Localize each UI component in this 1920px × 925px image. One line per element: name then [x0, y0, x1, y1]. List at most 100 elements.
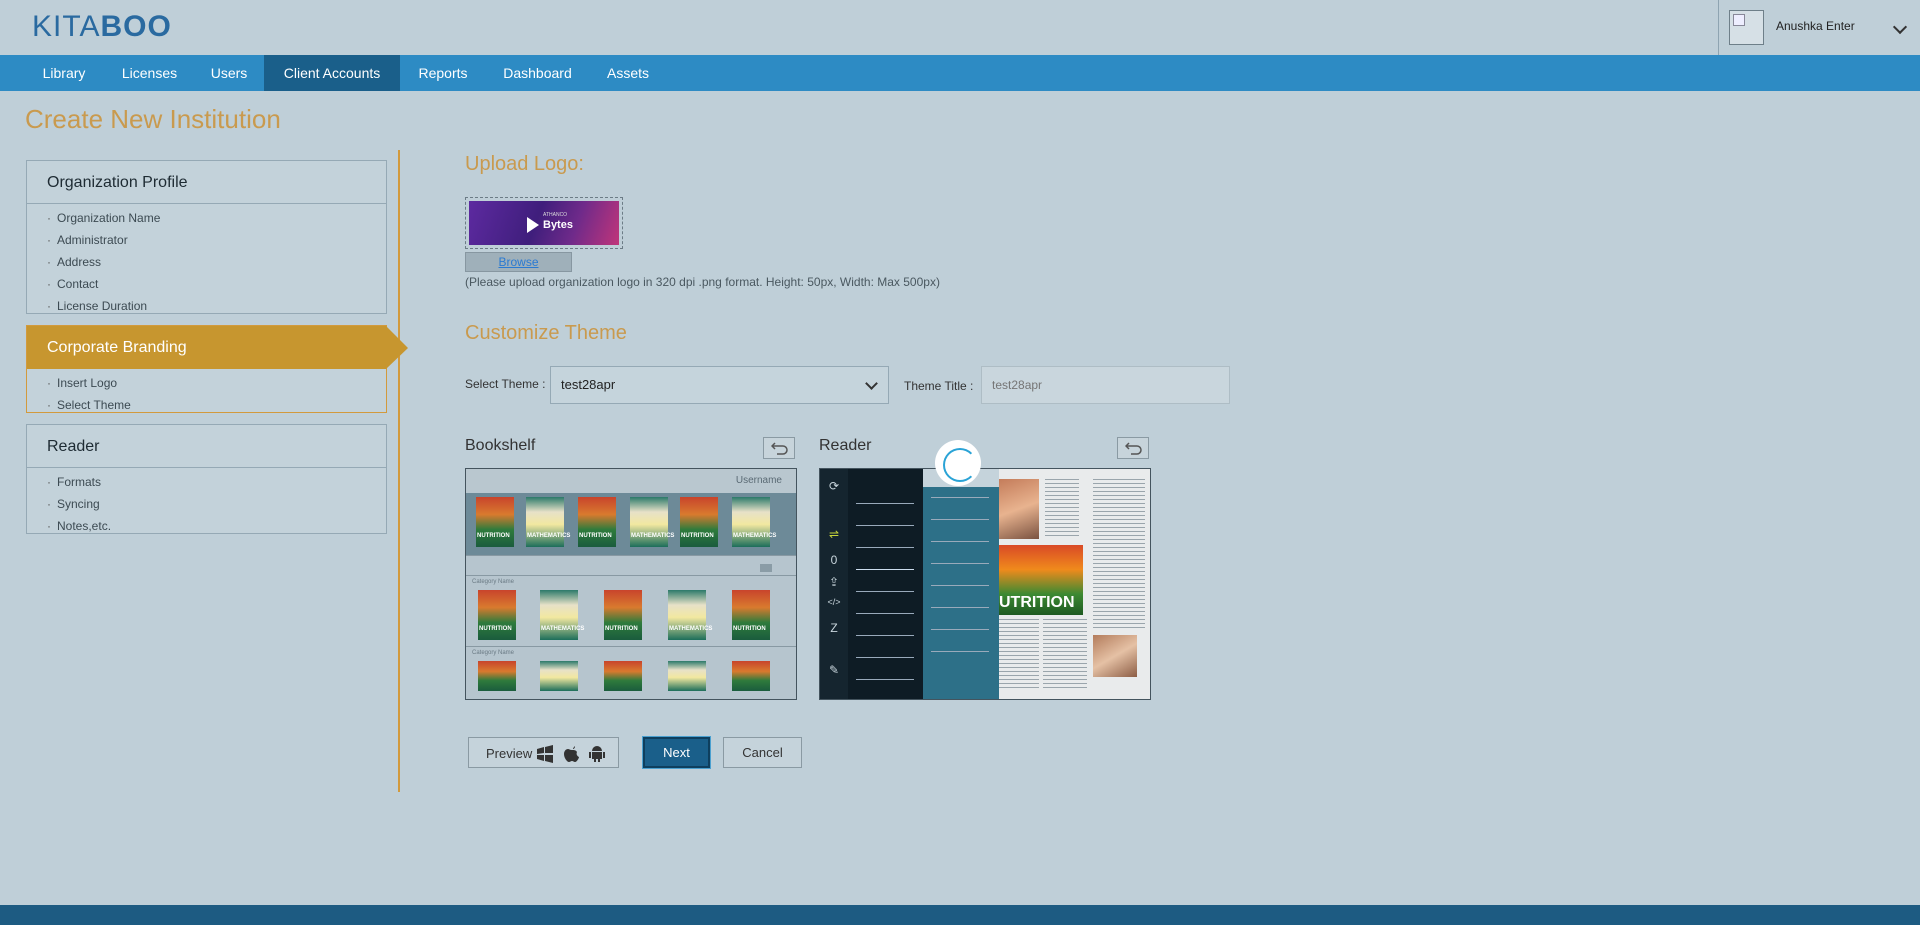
undo-icon — [1125, 442, 1142, 455]
toc-line — [856, 679, 914, 680]
bookshelf-header: Username — [466, 469, 796, 493]
sidebar-item[interactable]: License Duration — [47, 295, 386, 317]
bookshelf-username: Username — [735, 475, 782, 486]
toc-line — [856, 569, 914, 570]
bookshelf-preview: Username NUTRITION MATHEMATICS NUTRITION… — [465, 468, 797, 700]
chevron-down-icon[interactable] — [1892, 19, 1908, 35]
book-cover: NUTRITION — [478, 590, 516, 640]
browse-button[interactable]: Browse — [465, 252, 572, 272]
upload-logo-title: Upload Logo: — [465, 153, 584, 175]
select-theme-label: Select Theme : — [465, 377, 546, 391]
logo-upload-area[interactable]: ATHANCO Bytes — [465, 197, 623, 249]
user-menu[interactable]: Anushka Enter — [1718, 0, 1920, 55]
category-label: Category Name — [472, 579, 515, 585]
toc-line — [856, 657, 914, 658]
sidebar-section-title[interactable]: Corporate Branding — [27, 326, 408, 369]
bookshelf-row: Category Name — [466, 646, 796, 699]
book-cover: MATHEMATICS — [732, 497, 776, 547]
zoom-icon: Z — [830, 621, 838, 635]
bookshelf-title: Bookshelf — [465, 437, 536, 454]
user-name[interactable]: Anushka Enter — [1776, 19, 1855, 33]
book-cover — [540, 661, 578, 691]
book-cover: MATHEMATICS — [526, 497, 570, 547]
book-cover — [732, 661, 770, 691]
bookshelf-reset-button[interactable] — [763, 437, 795, 459]
reader-title: Reader — [819, 437, 872, 454]
nav-reports[interactable]: Reports — [404, 55, 482, 91]
nav-licenses[interactable]: Licenses — [107, 55, 192, 91]
preview-label: Preview — [486, 746, 533, 761]
book-cover: MATHEMATICS — [668, 590, 712, 640]
sidebar-section-title[interactable]: Organization Profile — [27, 161, 386, 204]
toc-line — [931, 541, 989, 542]
toc-line — [931, 585, 989, 586]
top-bar: KITABOO Anushka Enter — [0, 0, 1920, 55]
bookshelf-row: Category Name NUTRITION MATHEMATICS NUTR… — [466, 575, 796, 646]
sidebar-section-corporate-branding[interactable]: Corporate Branding Insert Logo Select Th… — [26, 325, 408, 416]
sidebar-item[interactable]: Administrator — [47, 229, 386, 251]
sidebar-section-organization-profile[interactable]: Organization Profile Organization Name A… — [26, 160, 387, 314]
refresh-icon: ⟳ — [828, 479, 840, 493]
sidebar-item[interactable]: Notes,etc. — [47, 515, 386, 537]
apple-icon[interactable] — [564, 745, 580, 763]
toc-line — [931, 563, 989, 564]
sidebar-divider — [398, 150, 400, 792]
shelf-marker — [760, 564, 772, 572]
toc-line — [931, 651, 989, 652]
page-text-block — [999, 619, 1039, 689]
sidebar-item[interactable]: Syncing — [47, 493, 386, 515]
chevron-down-icon — [865, 377, 878, 390]
toc-line — [931, 519, 989, 520]
reader-toolbar: ⟳ ⇌ 0 ⇪ </> Z ✎ — [820, 469, 848, 699]
nav-assets[interactable]: Assets — [598, 55, 658, 91]
sidebar-item[interactable]: Insert Logo — [47, 372, 386, 394]
book-cover: NUTRITION — [732, 590, 770, 640]
nav-client-accounts[interactable]: Client Accounts — [264, 55, 400, 91]
sidebar-item[interactable]: Contact — [47, 273, 386, 295]
toc-line — [931, 607, 989, 608]
page-text-block — [1093, 479, 1145, 629]
bookshelf-row — [466, 555, 796, 575]
nav-users[interactable]: Users — [198, 55, 260, 91]
book-cover — [668, 661, 706, 691]
android-icon[interactable] — [589, 745, 605, 763]
kitaboo-logo[interactable]: KITABOO — [32, 10, 172, 44]
book-cover: MATHEMATICS — [630, 497, 674, 547]
logo-small-text: ATHANCO — [543, 212, 568, 218]
sidebar-item[interactable]: Address — [47, 251, 386, 273]
theme-title-label: Theme Title : — [904, 379, 974, 393]
bookmark-icon: 0 — [830, 553, 838, 567]
sidebar-item[interactable]: Formats — [47, 471, 386, 493]
preview-button[interactable]: Preview — [468, 737, 619, 768]
theme-title-input[interactable] — [981, 366, 1230, 404]
nav-library[interactable]: Library — [28, 55, 100, 91]
page-text-block — [1043, 619, 1087, 689]
upload-hint: (Please upload organization logo in 320 … — [465, 275, 940, 289]
reader-reset-button[interactable] — [1117, 437, 1149, 459]
page-heading: UTRITION — [999, 594, 1075, 611]
sidebar-item[interactable]: Organization Name — [47, 207, 386, 229]
pencil-icon: ✎ — [828, 663, 840, 677]
toc-line — [931, 497, 989, 498]
share-icon: ⇪ — [828, 575, 840, 589]
reader-toc-panel — [848, 469, 923, 699]
footer-bar — [0, 905, 1920, 925]
nav-dashboard[interactable]: Dashboard — [490, 55, 585, 91]
toc-line — [856, 613, 914, 614]
next-button[interactable]: Next — [642, 736, 711, 769]
customize-theme-title: Customize Theme — [465, 322, 627, 344]
book-cover: NUTRITION — [680, 497, 718, 547]
theme-select[interactable]: test28apr — [550, 366, 889, 404]
category-label: Category Name — [472, 650, 515, 656]
play-icon — [527, 217, 539, 233]
avatar[interactable] — [1729, 10, 1764, 45]
page-photo — [1093, 635, 1137, 677]
toc-line — [856, 591, 914, 592]
bookshelf-row: NUTRITION MATHEMATICS NUTRITION MATHEMAT… — [466, 493, 796, 555]
book-cover — [478, 661, 516, 691]
sidebar-item[interactable]: Select Theme — [47, 394, 386, 416]
sidebar-section-title[interactable]: Reader — [27, 425, 386, 468]
cancel-button[interactable]: Cancel — [723, 737, 802, 768]
sidebar-section-reader[interactable]: Reader Formats Syncing Notes,etc. — [26, 424, 387, 534]
windows-icon[interactable] — [535, 745, 555, 763]
